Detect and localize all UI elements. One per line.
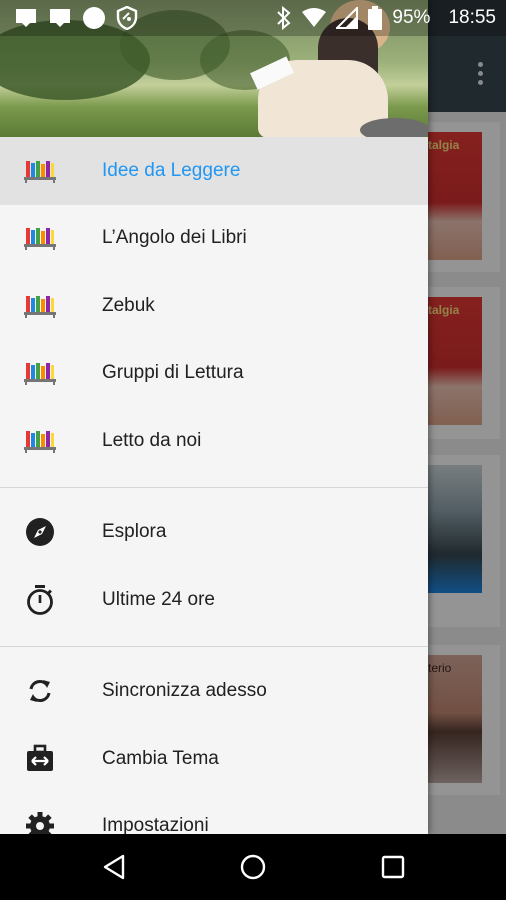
- drawer-item-zebuk[interactable]: Zebuk: [0, 272, 428, 340]
- drawer-item-impostazioni[interactable]: Impostazioni: [0, 793, 428, 834]
- recents-button[interactable]: [377, 851, 409, 883]
- recents-icon: [381, 855, 405, 879]
- battery-icon: [368, 6, 383, 30]
- drawer-item-label: L’Angolo dei Libri: [102, 227, 247, 249]
- drawer-menu: Idee da Leggere L’Angolo dei Libri Zebuk…: [0, 137, 428, 834]
- signal-icon: [336, 7, 359, 29]
- drawer-item-label: Ultime 24 ore: [102, 588, 215, 610]
- home-icon: [240, 854, 266, 880]
- browse-section: Esplora Ultime 24 ore: [0, 499, 428, 634]
- drawer-item-label: Letto da noi: [102, 429, 202, 451]
- bookshelf-icon: [24, 427, 56, 455]
- drawer-item-label: Impostazioni: [102, 815, 209, 834]
- theme-swap-icon: [24, 744, 56, 773]
- drawer-item-esplora[interactable]: Esplora: [0, 499, 428, 567]
- wifi-icon: [302, 8, 327, 27]
- drawer-item-label: Gruppi di Lettura: [102, 362, 244, 384]
- bookshelf-icon: [24, 292, 56, 320]
- drawer-item-label: Idee da Leggere: [102, 159, 241, 181]
- circle-icon: [83, 7, 105, 29]
- sync-icon: [24, 677, 56, 705]
- bookshelf-icon: [24, 359, 56, 387]
- drawer-item-cambia-tema[interactable]: Cambia Tema: [0, 725, 428, 793]
- home-button[interactable]: [237, 851, 269, 883]
- drawer-item-angolo-dei-libri[interactable]: L’Angolo dei Libri: [0, 205, 428, 273]
- notification-icon: [16, 9, 36, 27]
- clock: 18:55: [448, 7, 496, 28]
- back-button[interactable]: [98, 851, 130, 883]
- bookshelf-icon: [24, 224, 56, 252]
- gear-icon: [24, 812, 56, 834]
- actions-section: Sincronizza adesso Cambia Tema Impostazi…: [0, 658, 428, 834]
- status-bar: 95% 18:55: [0, 0, 506, 36]
- bookshelf-icon: [24, 157, 56, 185]
- drawer-item-label: Cambia Tema: [102, 747, 219, 769]
- battery-percent: 95%: [392, 7, 431, 28]
- drawer-item-label: Zebuk: [102, 294, 155, 316]
- drawer-item-label: Sincronizza adesso: [102, 680, 267, 702]
- drawer-item-gruppi-di-lettura[interactable]: Gruppi di Lettura: [0, 340, 428, 408]
- drawer-item-ultime-24-ore[interactable]: Ultime 24 ore: [0, 566, 428, 634]
- stopwatch-icon: [24, 584, 56, 615]
- bluetooth-icon: [277, 6, 291, 30]
- navigation-drawer: Idee da Leggere L’Angolo dei Libri Zebuk…: [0, 0, 428, 834]
- divider: [0, 486, 428, 488]
- feeds-section: Idee da Leggere L’Angolo dei Libri Zebuk…: [0, 137, 428, 475]
- drawer-item-letto-da-noi[interactable]: Letto da noi: [0, 407, 428, 475]
- drawer-item-label: Esplora: [102, 521, 167, 543]
- system-navigation-bar: [0, 834, 506, 900]
- back-icon: [103, 854, 125, 880]
- divider: [0, 645, 428, 647]
- compass-icon: [24, 518, 56, 547]
- shield-icon: [116, 6, 138, 30]
- drawer-item-sincronizza-adesso[interactable]: Sincronizza adesso: [0, 658, 428, 726]
- notification-icon: [50, 9, 70, 27]
- drawer-item-idee-da-leggere[interactable]: Idee da Leggere: [0, 137, 428, 205]
